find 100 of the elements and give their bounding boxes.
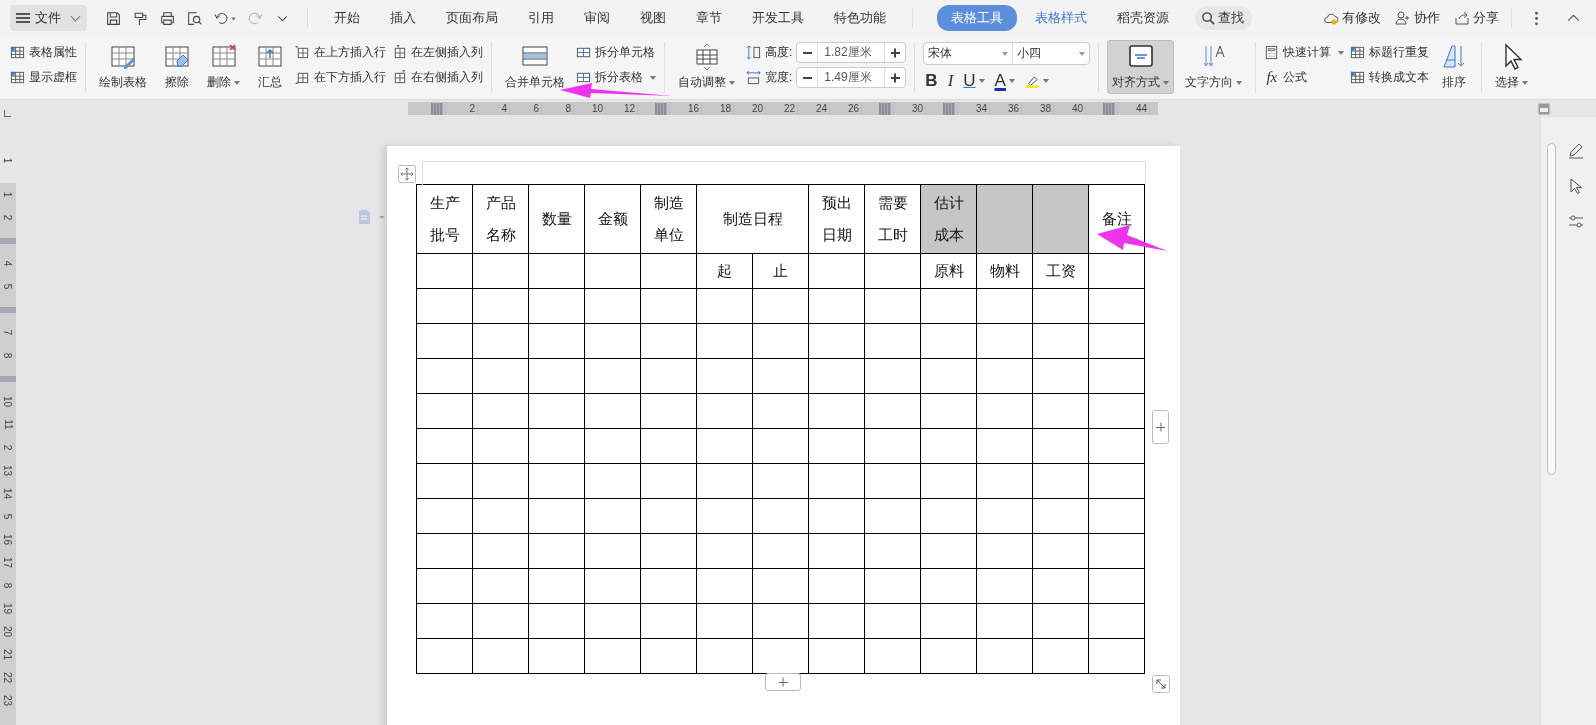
merge-cells-button[interactable]: 合并单元格 — [500, 40, 570, 94]
table-cell[interactable] — [976, 358, 1033, 394]
table-cell[interactable] — [864, 533, 921, 569]
table-cell[interactable] — [864, 323, 921, 359]
table-cell[interactable] — [528, 358, 585, 394]
ribbon-button[interactable]: 在下方插入行 — [295, 67, 386, 88]
table-cell[interactable]: 生产 批号 — [416, 184, 473, 254]
table-cell[interactable] — [1032, 498, 1089, 534]
table-cell[interactable] — [920, 533, 977, 569]
table-cell[interactable]: 数量 — [528, 184, 585, 254]
ruler-marker[interactable] — [879, 102, 891, 115]
table-cell[interactable] — [416, 603, 473, 639]
ribbon-tab[interactable]: 章节 — [684, 5, 734, 31]
table-cell[interactable] — [920, 393, 977, 429]
ribbon-tab[interactable]: 视图 — [628, 5, 678, 31]
table-cell[interactable] — [1088, 428, 1145, 464]
table-cell[interactable] — [976, 463, 1033, 499]
sliders-icon[interactable] — [1567, 213, 1585, 231]
table-cell[interactable] — [416, 358, 473, 394]
table-cell[interactable] — [1032, 428, 1089, 464]
ruler-marker[interactable] — [0, 306, 16, 313]
table-cell[interactable]: 工资 — [1032, 253, 1089, 289]
table-cell[interactable] — [920, 428, 977, 464]
table-cell[interactable] — [976, 323, 1033, 359]
ribbon-button[interactable]: 表格属性 — [10, 42, 77, 63]
table-cell[interactable] — [528, 393, 585, 429]
toolbar-action[interactable]: 协作 — [1395, 9, 1440, 27]
table-cell[interactable] — [640, 638, 697, 674]
spin-field[interactable]: 1.49厘米 — [796, 67, 907, 88]
table-cell[interactable] — [1032, 568, 1089, 604]
table-cell[interactable] — [528, 288, 585, 324]
tab-stop-icon[interactable] — [4, 110, 11, 117]
autofit-button[interactable]: 自动调整 — [673, 40, 740, 94]
table-cell[interactable] — [528, 498, 585, 534]
table-cell[interactable] — [416, 288, 473, 324]
ribbon-tab[interactable]: 页面布局 — [434, 5, 510, 31]
table-cell[interactable]: 金额 — [584, 184, 641, 254]
table-cell[interactable] — [1088, 323, 1145, 359]
ruler-marker[interactable] — [0, 237, 16, 244]
table-cell[interactable] — [976, 393, 1033, 429]
table-cell[interactable] — [528, 253, 585, 289]
ribbon-tab[interactable]: 稻壳资源 — [1105, 5, 1181, 31]
table-cell[interactable] — [584, 603, 641, 639]
table-cell[interactable] — [976, 288, 1033, 324]
table-cell[interactable] — [472, 358, 529, 394]
table-cell[interactable]: 制造日程 — [696, 184, 809, 254]
table-cell[interactable] — [1032, 288, 1089, 324]
table-cell[interactable]: 止 — [752, 253, 809, 289]
table-cell[interactable] — [920, 288, 977, 324]
table-cell[interactable] — [808, 288, 865, 324]
table-cell[interactable] — [864, 603, 921, 639]
table-cell[interactable] — [1088, 533, 1145, 569]
table-cell[interactable] — [808, 533, 865, 569]
resize-handle-icon[interactable] — [1152, 675, 1170, 693]
table-cell[interactable] — [640, 323, 697, 359]
table-cell[interactable] — [696, 638, 753, 674]
table-cell[interactable] — [696, 568, 753, 604]
ribbon-tab[interactable]: 特色功能 — [822, 5, 898, 31]
table-cell[interactable] — [1032, 638, 1089, 674]
table-cell[interactable] — [696, 393, 753, 429]
table-cell[interactable] — [640, 358, 697, 394]
table-cell[interactable] — [752, 323, 809, 359]
table-cell[interactable] — [1088, 463, 1145, 499]
table-cell[interactable] — [1088, 253, 1145, 289]
ribbon-tab[interactable]: 插入 — [378, 5, 428, 31]
table-cell[interactable] — [416, 533, 473, 569]
table-cell[interactable] — [696, 498, 753, 534]
table-cell[interactable] — [808, 463, 865, 499]
table-cell[interactable] — [920, 358, 977, 394]
table-cell[interactable] — [584, 428, 641, 464]
table-cell[interactable] — [528, 533, 585, 569]
table-cell[interactable] — [976, 428, 1033, 464]
table-cell[interactable]: 需要 工时 — [864, 184, 921, 254]
table-cell[interactable] — [1088, 288, 1145, 324]
table-cell[interactable] — [696, 323, 753, 359]
select-button[interactable]: 选择 — [1490, 40, 1534, 94]
table-cell[interactable] — [1088, 638, 1145, 674]
table-cell[interactable] — [1088, 498, 1145, 534]
table-cell[interactable] — [416, 568, 473, 604]
table-cell[interactable] — [752, 603, 809, 639]
table-cell[interactable] — [472, 533, 529, 569]
table-cell[interactable] — [864, 288, 921, 324]
table-cell[interactable] — [1032, 603, 1089, 639]
table-cell[interactable] — [808, 638, 865, 674]
table-cell[interactable] — [1032, 393, 1089, 429]
table-cell[interactable] — [696, 533, 753, 569]
table-cell[interactable] — [808, 568, 865, 604]
ribbon-tab[interactable]: 表格样式 — [1023, 5, 1099, 31]
pen-icon[interactable] — [1567, 141, 1585, 159]
table-cell[interactable] — [1032, 358, 1089, 394]
ruler-marker[interactable] — [655, 102, 667, 115]
table-cell[interactable] — [584, 568, 641, 604]
table-cell[interactable] — [472, 428, 529, 464]
table-cell[interactable] — [472, 288, 529, 324]
ribbon-button[interactable]: 绘制表格 — [94, 40, 152, 94]
table-cell[interactable] — [864, 358, 921, 394]
table-cell[interactable] — [920, 638, 977, 674]
sort-button[interactable]: 排序 — [1435, 40, 1474, 94]
table-cell[interactable] — [920, 498, 977, 534]
table-cell[interactable] — [1032, 184, 1089, 254]
